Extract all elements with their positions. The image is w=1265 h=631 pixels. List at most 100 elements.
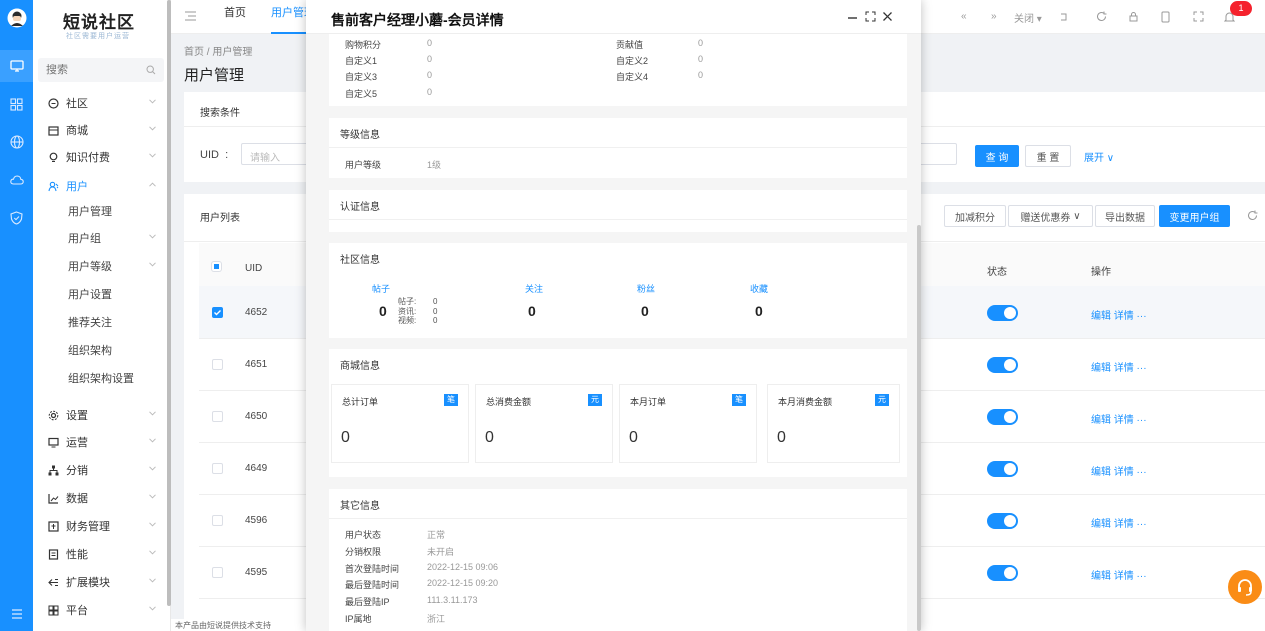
level-info-card: 等级信息 用户等级 1级 [329, 118, 907, 178]
avatar[interactable] [0, 2, 33, 34]
cloud-icon[interactable] [0, 164, 33, 196]
other-field-label: IP属地 [345, 614, 372, 624]
sidebar-subitem-user-manage[interactable]: 用户管理 [33, 198, 170, 224]
stat-unit-badge: 笔 [732, 394, 746, 406]
stat-value: 0 [485, 429, 494, 446]
grid-icon[interactable] [0, 88, 33, 120]
next-tab-icon[interactable]: » [991, 11, 997, 22]
refresh-icon[interactable] [1247, 210, 1258, 221]
sidebar-item-community[interactable]: 社区 [33, 90, 170, 116]
field-label: 自定义4 [616, 72, 649, 82]
row-checkbox[interactable] [212, 307, 223, 318]
sidebar-item-finance[interactable]: 财务管理 [33, 513, 170, 539]
list-title: 用户列表 [200, 213, 240, 224]
mobile-icon[interactable] [1161, 11, 1170, 23]
sidebar-search-input[interactable] [46, 64, 136, 76]
support-chat-button[interactable] [1228, 570, 1262, 604]
follow-value: 0 [528, 303, 536, 319]
divider [329, 147, 907, 148]
sidebar-item-label: 分销 [66, 465, 88, 477]
row-checkbox[interactable] [212, 463, 223, 474]
breadcrumb: 首页 / 用户管理 [184, 47, 253, 58]
sidebar-item-operation[interactable]: 运营 [33, 429, 170, 455]
row-actions[interactable]: 编辑 详情 ··· [1091, 411, 1147, 426]
sidebar-item-extension[interactable]: 扩展模块 [33, 569, 170, 595]
menu-icon[interactable] [0, 598, 33, 630]
card-title: 社区信息 [340, 255, 380, 266]
return-icon[interactable] [1058, 12, 1068, 22]
search-input-right[interactable] [917, 143, 957, 165]
sidebar-item-user[interactable]: 用户 [33, 173, 170, 199]
row-checkbox[interactable] [212, 411, 223, 422]
sidebar-subitem-user-settings[interactable]: 用户设置 [33, 281, 170, 307]
globe-icon[interactable] [0, 126, 33, 158]
sidebar-item-knowledge[interactable]: 知识付费 [33, 144, 170, 170]
logo-subtitle: 社区需要用户运营 [66, 33, 130, 40]
sidebar-subitem-user-group[interactable]: 用户组 [33, 225, 170, 251]
prev-tab-icon[interactable]: « [961, 11, 967, 22]
refresh-icon[interactable] [1096, 11, 1107, 22]
add-points-button[interactable]: 加减积分 [944, 205, 1006, 227]
sidebar-item-data[interactable]: 数据 [33, 485, 170, 511]
more-icon[interactable]: ⋮ [1260, 9, 1265, 23]
sidebar-subitem-org-structure[interactable]: 组织架构 [33, 337, 170, 363]
posts-sub-value: 0 [433, 306, 438, 316]
other-field-value: 正常 [427, 530, 446, 540]
fans-label[interactable]: 粉丝 [637, 282, 655, 295]
reset-button[interactable]: 重 置 [1025, 145, 1071, 167]
posts-sub-label: 视频: [398, 316, 417, 325]
shield-icon[interactable] [0, 202, 33, 234]
status-toggle[interactable] [987, 305, 1018, 321]
sidebar-search[interactable] [38, 58, 164, 82]
close-tabs-dropdown[interactable]: 关闭 ▾ [1014, 10, 1042, 25]
row-actions[interactable]: 编辑 详情 ··· [1091, 463, 1147, 478]
status-toggle[interactable] [987, 409, 1018, 425]
gift-coupon-button[interactable]: 赠送优惠券 ∨ [1008, 205, 1093, 227]
status-toggle[interactable] [987, 357, 1018, 373]
row-checkbox[interactable] [212, 567, 223, 578]
close-icon[interactable] [882, 11, 893, 22]
sidebar-item-distribution[interactable]: 分销 [33, 457, 170, 483]
sidebar-item-performance[interactable]: 性能 [33, 541, 170, 567]
card-title: 商城信息 [340, 361, 380, 372]
row-actions[interactable]: 编辑 详情 ··· [1091, 567, 1147, 582]
other-field-label: 分销权限 [345, 546, 382, 557]
row-actions[interactable]: 编辑 详情 ··· [1091, 515, 1147, 530]
maximize-icon[interactable] [865, 11, 876, 22]
drawer-scrollbar[interactable] [917, 225, 921, 631]
sidebar-item-platform[interactable]: 平台 [33, 597, 170, 623]
query-button[interactable]: 查 询 [975, 145, 1019, 167]
expand-link[interactable]: 展开 ∨ [1084, 149, 1114, 164]
status-toggle[interactable] [987, 565, 1018, 581]
follow-label[interactable]: 关注 [525, 282, 543, 295]
tab-home[interactable]: 首页 [224, 0, 246, 34]
sidebar-subitem-recommend-follow[interactable]: 推荐关注 [33, 309, 170, 335]
posts-value: 0 [379, 303, 387, 319]
sidebar-item-mall[interactable]: 商城 [33, 117, 170, 143]
row-actions[interactable]: 编辑 详情 ··· [1091, 359, 1147, 374]
sidebar-subitem-org-structure-settings[interactable]: 组织架构设置 [33, 365, 170, 391]
status-toggle[interactable] [987, 461, 1018, 477]
sidebar-scrollbar[interactable] [167, 0, 171, 606]
lock-icon[interactable] [1128, 11, 1139, 22]
select-all-checkbox[interactable] [212, 262, 221, 271]
sidebar-item-settings[interactable]: 设置 [33, 402, 170, 428]
favorites-label[interactable]: 收藏 [750, 282, 768, 295]
row-checkbox[interactable] [212, 515, 223, 526]
collapse-icon[interactable] [185, 11, 196, 21]
sidebar-subitem-user-level[interactable]: 用户等级 [33, 253, 170, 279]
row-actions[interactable]: 编辑 详情 ··· [1091, 307, 1147, 322]
uid-input[interactable]: 请输入 [241, 143, 311, 165]
fullscreen-icon[interactable] [1193, 11, 1204, 22]
chevron-down-icon [149, 234, 156, 239]
stat-label: 总计订单 [342, 397, 379, 407]
change-group-button[interactable]: 变更用户组 [1159, 205, 1230, 227]
row-checkbox[interactable] [212, 359, 223, 370]
minimize-icon[interactable] [847, 12, 858, 23]
drawer-header: 售前客户经理小蘑-会员详情 [306, 0, 921, 34]
export-button[interactable]: 导出数据 [1095, 205, 1155, 227]
monitor-icon[interactable] [0, 50, 33, 82]
status-toggle[interactable] [987, 513, 1018, 529]
tab-user-manage[interactable]: 用户管理 [271, 0, 311, 34]
posts-label[interactable]: 帖子 [372, 282, 390, 295]
